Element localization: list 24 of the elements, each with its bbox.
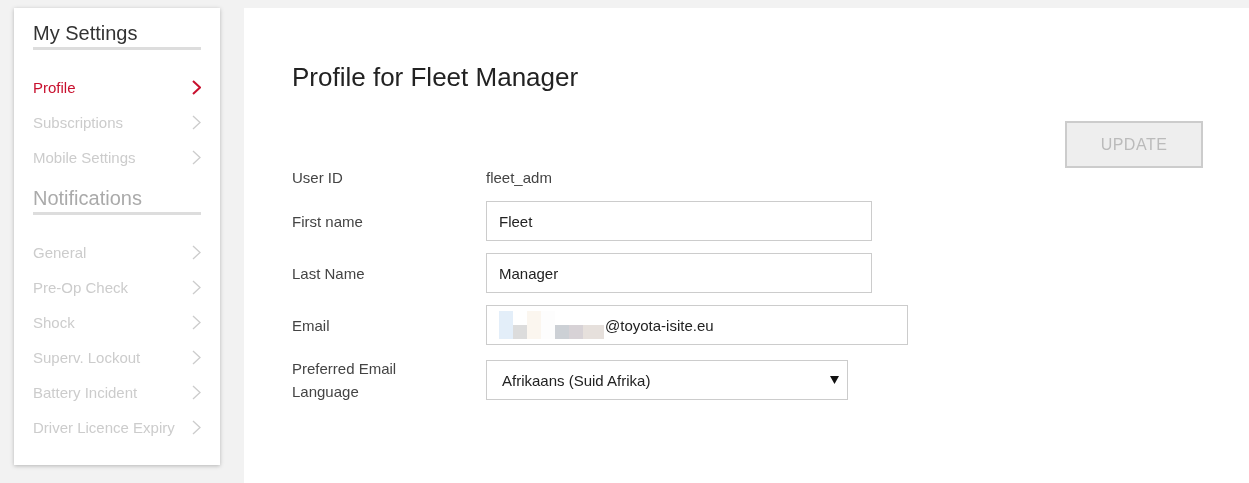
input-field[interactable]: Fleet [486,201,872,241]
chevron-right-icon [192,150,201,165]
section-heading: Notifications [33,187,201,215]
page-title: Profile for Fleet Manager [292,62,579,93]
chevron-right-icon [192,280,201,295]
email-field[interactable]: @toyota-isite.eu [486,305,908,345]
field-label: Email [292,315,330,336]
language-dropdown[interactable]: Afrikaans (Suid Afrika) [486,360,848,400]
chevron-right-icon [192,245,201,260]
user-id-value: fleet_adm [486,169,552,186]
field-label: Preferred Email Language [292,359,398,402]
caret-down-icon [830,376,839,384]
input-field[interactable]: Manager [486,253,872,293]
section-heading: My Settings [33,22,201,50]
chevron-right-icon [192,385,201,400]
field-label: Last Name [292,263,365,284]
chevron-right-icon [192,315,201,330]
chevron-right-icon [192,80,201,95]
field-label: First name [292,211,363,232]
chevron-right-icon [192,115,201,130]
chevron-right-icon [192,350,201,365]
sidebar-item[interactable]: Profile [33,70,201,105]
field-label: User ID [292,168,343,188]
chevron-right-icon [192,420,201,435]
